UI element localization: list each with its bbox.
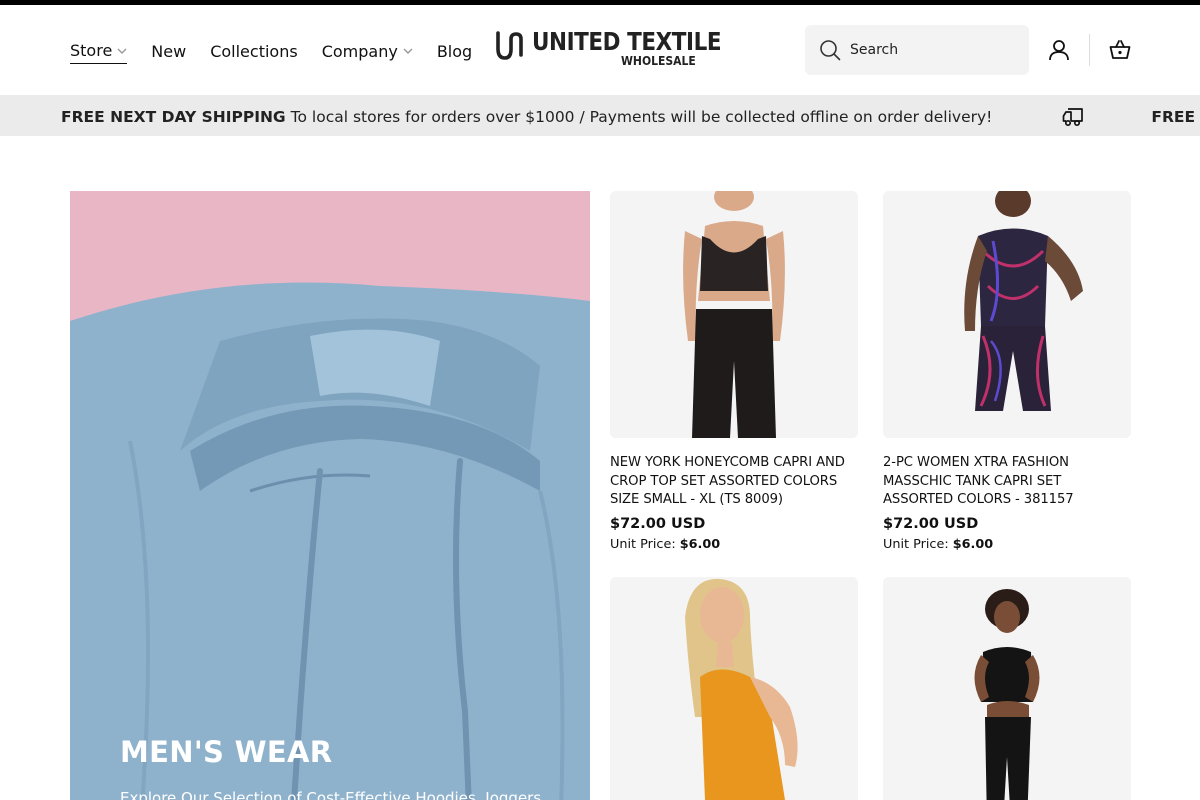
- announcement-bar: FREE NEXT DAY SHIPPING To local stores f…: [0, 95, 1200, 136]
- logo-sub-text: WHOLESALE: [621, 54, 696, 68]
- product-image[interactable]: [610, 191, 858, 438]
- product-image[interactable]: [883, 577, 1131, 800]
- delivery-truck-icon: [1063, 108, 1084, 127]
- announcement-bold: FREE NEXT DAY SHIPPING: [61, 108, 286, 126]
- product-photo-orange-tank: [610, 577, 858, 800]
- product-card[interactable]: NEW YORK HONEYCOMB CAPRI AND CROP TOP SE…: [610, 191, 858, 552]
- header-divider: [1089, 34, 1090, 66]
- nav-item-label: Store: [70, 41, 113, 60]
- search-box[interactable]: [805, 25, 1029, 75]
- product-photo-black-set: [883, 577, 1131, 800]
- hero-title: MEN'S WEAR: [120, 735, 333, 769]
- logo-main-text: UNITED TEXTILE: [532, 27, 722, 56]
- unit-price-label: Unit Price:: [883, 536, 949, 552]
- logo-mark-icon: [496, 31, 523, 60]
- hero-description: Explore Our Selection of Cost-Effective …: [120, 789, 542, 800]
- product-price: $72.00 USD: [610, 515, 706, 532]
- search-icon: [820, 40, 841, 61]
- product-photo-honeycomb-set: [610, 191, 858, 438]
- nav-item-blog[interactable]: Blog: [437, 42, 472, 64]
- chevron-down-icon: [403, 48, 413, 54]
- nav-item-new[interactable]: New: [151, 42, 186, 64]
- unit-price-label: Unit Price:: [610, 536, 676, 552]
- product-unit-price: Unit Price: $6.00: [610, 537, 858, 552]
- user-icon[interactable]: [1047, 38, 1071, 62]
- hoodie-photo: [70, 191, 590, 800]
- nav-item-label: Company: [321, 41, 398, 61]
- product-card[interactable]: [883, 577, 1131, 800]
- product-photo-masschic-set: [883, 191, 1131, 438]
- chevron-down-icon: [117, 48, 127, 54]
- product-unit-price: Unit Price: $6.00: [883, 537, 1131, 552]
- nav-item-collections[interactable]: Collections: [210, 42, 297, 64]
- nav-item-label: New: [151, 41, 187, 61]
- product-title[interactable]: 2-PC WOMEN XTRA FASHION MASSCHIC TANK CA…: [883, 454, 1131, 510]
- unit-price-value: $6.00: [952, 536, 994, 552]
- site-header: Store New Collections Company Blog UNITE…: [0, 5, 1200, 95]
- nav-item-label: Blog: [436, 41, 473, 61]
- basket-icon[interactable]: [1108, 38, 1132, 62]
- unit-price-value: $6.00: [679, 536, 721, 552]
- product-price: $72.00 USD: [883, 515, 979, 532]
- nav-item-company[interactable]: Company: [322, 42, 413, 64]
- hero-banner-mens-wear[interactable]: MEN'S WEAR Explore Our Selection of Cost…: [70, 191, 590, 800]
- nav-item-store[interactable]: Store: [70, 41, 128, 64]
- announcement-text: To local stores for orders over $1000 / …: [290, 108, 993, 126]
- product-image[interactable]: [610, 577, 858, 800]
- announcement-track: FREE NEXT DAY SHIPPING To local stores f…: [61, 106, 1200, 128]
- brand-logo[interactable]: UNITED TEXTILE WHOLESALE: [494, 27, 722, 73]
- product-title[interactable]: NEW YORK HONEYCOMB CAPRI AND CROP TOP SE…: [610, 454, 858, 510]
- product-card[interactable]: [610, 577, 858, 800]
- product-image[interactable]: [883, 191, 1131, 438]
- announcement-bold-repeat: FREE NEXT DAY SHIPPING: [1151, 108, 1200, 126]
- nav-item-label: Collections: [210, 41, 298, 61]
- product-card[interactable]: 2-PC WOMEN XTRA FASHION MASSCHIC TANK CA…: [883, 191, 1131, 552]
- search-input[interactable]: [850, 42, 1010, 58]
- main-nav: Store New Collections Company Blog: [70, 41, 496, 64]
